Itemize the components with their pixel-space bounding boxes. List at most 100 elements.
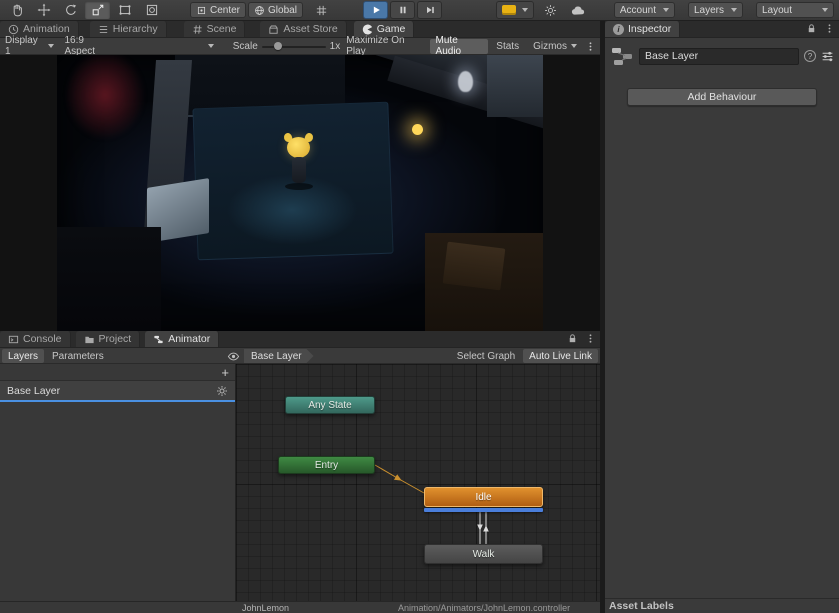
hand-icon <box>10 3 24 17</box>
inspector-panel: i Inspector ? Add Behaviour Asset Labels <box>605 21 839 613</box>
node-label: Any State <box>308 400 351 411</box>
node-any-state[interactable]: Any State <box>285 396 375 414</box>
unity-editor-window: Center Global Account Layers Layout <box>0 0 839 613</box>
footer-object-name: JohnLemon <box>242 603 289 613</box>
game-viewport-16x9 <box>57 55 543 331</box>
pivot-toggle-button[interactable]: Center <box>190 2 246 18</box>
space-toggle-button[interactable]: Global <box>248 2 303 18</box>
gear-icon[interactable] <box>216 385 228 397</box>
presets-icon[interactable] <box>821 50 834 63</box>
cloud-icon <box>571 5 586 16</box>
rect-tool-button[interactable] <box>112 1 137 19</box>
red-light-glow <box>65 55 145 140</box>
collab-button[interactable] <box>496 1 534 19</box>
display-label: Display 1 <box>5 35 44 57</box>
gizmos-dropdown[interactable]: Gizmos <box>527 39 583 54</box>
hand-tool-button[interactable] <box>4 1 29 19</box>
node-walk[interactable]: Walk <box>424 544 543 564</box>
scale-value: 1x <box>330 41 341 52</box>
layers-tab-button[interactable]: Layers <box>2 349 44 363</box>
visibility-toggle[interactable] <box>224 349 242 363</box>
asset-store-box-icon <box>268 24 279 35</box>
tab-console[interactable]: Console <box>0 331 71 347</box>
tab-animator[interactable]: Animator <box>145 331 219 347</box>
move-icon <box>37 3 51 17</box>
add-behaviour-button[interactable]: Add Behaviour <box>627 88 817 106</box>
main-toolbar: Center Global Account Layers Layout <box>0 0 839 21</box>
grid-snap-button[interactable] <box>310 2 332 18</box>
animator-body: + Base Layer <box>0 364 600 601</box>
lock-icon[interactable] <box>806 23 817 34</box>
help-icon[interactable]: ? <box>804 50 816 62</box>
account-dropdown[interactable]: Account <box>614 2 675 18</box>
layout-label: Layout <box>762 5 792 16</box>
animator-toolbar-right: Select Graph Auto Live Link <box>451 349 598 363</box>
dark-foreground-left <box>57 227 161 331</box>
ghost-enemy <box>458 71 473 92</box>
auto-live-link-toggle[interactable]: Auto Live Link <box>523 349 598 363</box>
node-idle[interactable]: Idle <box>424 487 543 507</box>
layout-dropdown[interactable]: Layout <box>756 2 834 18</box>
kebab-menu-icon[interactable] <box>585 333 596 344</box>
rotate-tool-button[interactable] <box>58 1 83 19</box>
tab-asset-store[interactable]: Asset Store <box>260 21 346 37</box>
stats-toggle[interactable]: Stats <box>490 39 525 54</box>
maximize-on-play-toggle[interactable]: Maximize On Play <box>340 39 427 54</box>
game-view[interactable] <box>0 55 600 331</box>
slider-knob[interactable] <box>274 42 282 50</box>
asset-labels-header[interactable]: Asset Labels <box>605 598 839 613</box>
folder-icon <box>84 334 95 345</box>
state-machine-graph[interactable]: Any State Entry Idle Walk <box>236 364 600 601</box>
node-label: Walk <box>473 549 495 560</box>
tab-label: Inspector <box>628 23 671 35</box>
tab-inspector[interactable]: i Inspector <box>605 21 680 37</box>
name-field[interactable] <box>639 48 799 65</box>
scale-tool-button[interactable] <box>85 1 110 19</box>
mute-audio-toggle[interactable]: Mute Audio <box>430 39 489 54</box>
account-label: Account <box>620 5 656 16</box>
activity-indicator-button[interactable] <box>540 2 560 18</box>
inspector-tabstrip: i Inspector <box>605 21 839 38</box>
console-icon <box>8 334 19 345</box>
transform-tool-button[interactable] <box>139 1 164 19</box>
tab-project[interactable]: Project <box>76 331 141 347</box>
kebab-menu-icon[interactable] <box>824 23 835 34</box>
layers-list-header: + <box>0 364 235 381</box>
select-graph-button[interactable]: Select Graph <box>451 349 521 363</box>
animator-panel: Console Project Animator Layers <box>0 331 600 613</box>
eye-icon <box>227 350 240 363</box>
footer-asset-path: Animation/Animators/JohnLemon.controller <box>398 603 570 613</box>
kebab-menu-icon[interactable] <box>585 41 596 52</box>
clock-icon <box>8 24 19 35</box>
game-scale-slider[interactable] <box>262 39 326 54</box>
pause-button[interactable] <box>390 1 415 19</box>
gargoyle-lamp-glow <box>412 124 423 135</box>
tab-label: Project <box>99 333 132 345</box>
parameters-tab-button[interactable]: Parameters <box>46 349 110 363</box>
animator-toolbar: Layers Parameters Base Layer Select Grap… <box>0 348 600 364</box>
display-dropdown[interactable]: Display 1 <box>0 39 59 54</box>
collab-pending-icon <box>502 5 516 15</box>
step-button[interactable] <box>417 1 442 19</box>
tab-label: Animator <box>168 333 210 345</box>
aspect-dropdown[interactable]: 16:9 Aspect <box>59 39 218 54</box>
bottom-tabstrip: Console Project Animator <box>0 331 600 348</box>
state-machine-icon <box>153 334 164 345</box>
pivot-space-group: Center Global <box>190 2 303 18</box>
play-button[interactable] <box>363 1 388 19</box>
inspector-controls <box>806 23 835 34</box>
move-tool-button[interactable] <box>31 1 56 19</box>
breadcrumb[interactable]: Base Layer <box>244 349 314 363</box>
inspector-header-row: ? <box>605 38 839 72</box>
chevron-down-icon <box>48 44 54 48</box>
cloud-services-button[interactable] <box>568 2 588 18</box>
scene-grid-icon <box>192 24 203 35</box>
layers-dropdown[interactable]: Layers <box>688 2 743 18</box>
add-layer-button[interactable]: + <box>221 364 229 381</box>
tab-scene[interactable]: Scene <box>184 21 246 37</box>
lock-icon[interactable] <box>567 333 578 344</box>
layer-row-base-layer[interactable]: Base Layer <box>0 381 235 402</box>
transform-icon <box>145 3 159 17</box>
node-entry[interactable]: Entry <box>278 456 375 474</box>
play-icon <box>370 4 382 16</box>
